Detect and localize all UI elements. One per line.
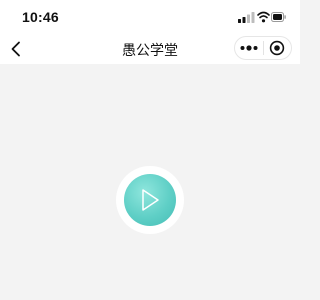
- battery-icon: [271, 12, 286, 22]
- target-close-icon: [270, 40, 285, 56]
- play-button[interactable]: [116, 166, 184, 234]
- status-time: 10:46: [22, 9, 59, 25]
- close-button[interactable]: [264, 37, 292, 59]
- wifi-icon: [257, 11, 270, 23]
- capsule-menu: [234, 36, 292, 60]
- more-dots-icon: [240, 45, 258, 51]
- nav-bar: 愚公学堂: [0, 34, 300, 64]
- status-icons: [238, 11, 286, 23]
- play-disc: [124, 174, 176, 226]
- play-icon: [142, 189, 159, 211]
- content-area: [0, 64, 300, 300]
- more-button[interactable]: [235, 37, 263, 59]
- signal-icon: [238, 12, 255, 23]
- status-bar: 10:46: [0, 0, 300, 34]
